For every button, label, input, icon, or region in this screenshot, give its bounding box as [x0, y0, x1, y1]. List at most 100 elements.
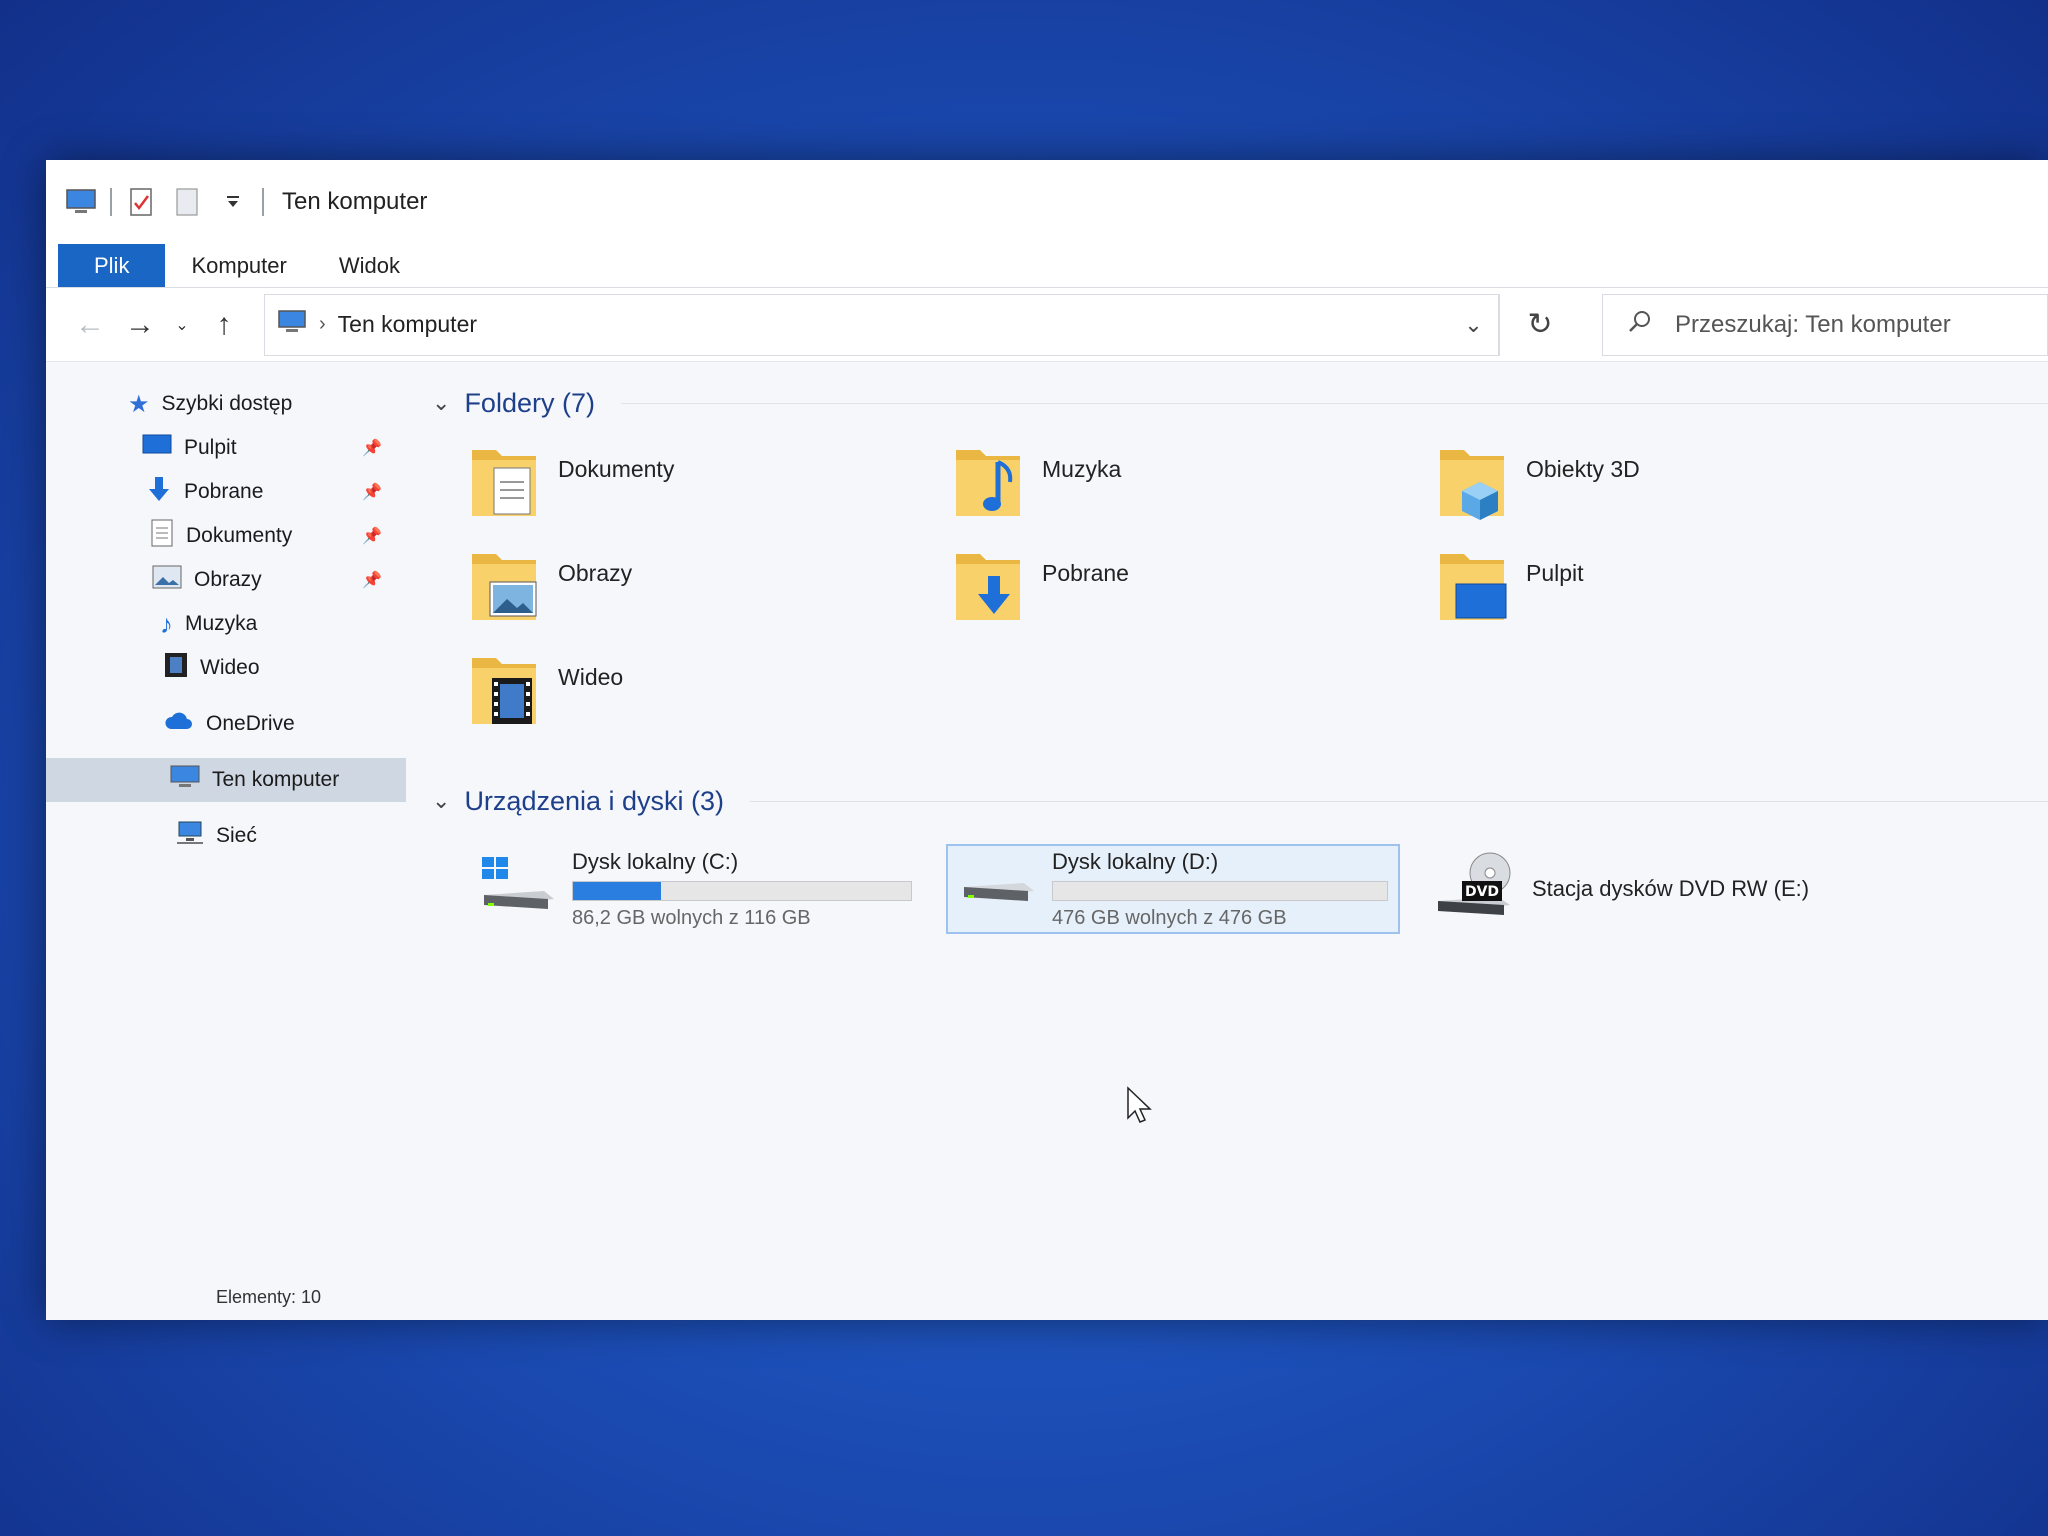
- nav-label: Muzyka: [185, 612, 258, 635]
- tab-computer[interactable]: Komputer: [165, 244, 312, 287]
- star-icon: ★: [128, 390, 150, 418]
- tab-file[interactable]: Plik: [58, 244, 166, 287]
- dvd-drive-icon: DVD: [1434, 851, 1518, 928]
- drive-d[interactable]: Dysk lokalny (D:) 476 GB wolnych z 476 G…: [946, 844, 1400, 934]
- main-pane: ⌄ Foldery (7) Dokumenty Muzyka Obiekty 3…: [406, 362, 2048, 1280]
- folder-obrazy[interactable]: Obrazy: [468, 546, 952, 650]
- folder-label: Pobrane: [1042, 560, 1129, 586]
- nav-item-pobrane[interactable]: Pobrane 📌: [46, 470, 406, 514]
- folder-label: Muzyka: [1042, 456, 1122, 482]
- properties-icon[interactable]: [124, 187, 158, 217]
- network-icon: [176, 820, 204, 852]
- nav-item-dokumenty[interactable]: Dokumenty 📌: [46, 514, 406, 558]
- mouse-cursor-icon: [1126, 1086, 1152, 1129]
- computer-icon: [277, 309, 307, 340]
- computer-icon: [64, 187, 98, 217]
- content-area: ★ Szybki dostęp Pulpit 📌 Pobrane 📌 Dokum…: [46, 362, 2048, 1280]
- breadcrumb-chevron-icon[interactable]: ›: [319, 313, 326, 336]
- pin-icon[interactable]: 📌: [362, 526, 382, 546]
- drive-info: Dysk lokalny (D:) 476 GB wolnych z 476 G…: [1052, 849, 1388, 930]
- desktop-folder-icon: [1436, 546, 1508, 629]
- pictures-folder-icon: [468, 546, 540, 629]
- chevron-down-icon: ⌄: [175, 316, 189, 334]
- tab-view[interactable]: Widok: [313, 244, 426, 287]
- new-folder-icon[interactable]: [170, 187, 204, 217]
- folder-label: Dokumenty: [558, 456, 675, 482]
- nav-item-wideo[interactable]: Wideo: [46, 646, 406, 690]
- nav-item-onedrive[interactable]: OneDrive: [46, 702, 406, 746]
- drive-c[interactable]: Dysk lokalny (C:) 86,2 GB wolnych z 116 …: [468, 844, 922, 934]
- video-folder-icon: [468, 650, 540, 733]
- nav-label: Wideo: [200, 656, 260, 679]
- group-header-folders[interactable]: ⌄ Foldery (7): [432, 378, 2048, 428]
- chevron-down-icon[interactable]: ⌄: [432, 390, 450, 416]
- folder-label: Wideo: [558, 664, 624, 690]
- nav-item-muzyka[interactable]: ♪ Muzyka: [46, 602, 406, 646]
- folder-obiekty-3d[interactable]: Obiekty 3D: [1436, 442, 1920, 546]
- chevron-down-icon[interactable]: ⌄: [432, 788, 450, 814]
- folder-pobrane[interactable]: Pobrane: [952, 546, 1436, 650]
- nav-label: Dokumenty: [186, 524, 293, 547]
- pin-icon[interactable]: 📌: [362, 482, 382, 502]
- nav-item-this-pc[interactable]: Ten komputer: [46, 758, 406, 802]
- pictures-icon: [152, 565, 182, 595]
- divider: [750, 800, 2048, 802]
- nav-item-network[interactable]: Sieć: [46, 814, 406, 858]
- search-icon: [1627, 309, 1653, 340]
- nav-label: Sieć: [216, 824, 257, 847]
- nav-label: OneDrive: [206, 712, 295, 735]
- refresh-button[interactable]: ↻: [1510, 295, 1570, 355]
- breadcrumb-item[interactable]: Ten komputer: [338, 311, 477, 338]
- folder-pulpit[interactable]: Pulpit: [1436, 546, 1920, 650]
- arrow-right-icon: →: [125, 307, 155, 341]
- drive-label: Dysk lokalny (C:): [572, 848, 739, 874]
- drive-free-space: 86,2 GB wolnych z 116 GB: [572, 906, 811, 929]
- pin-icon[interactable]: 📌: [362, 570, 382, 590]
- address-dropdown-icon[interactable]: ⌄: [1449, 294, 1499, 355]
- address-bar[interactable]: › Ten komputer ⌄: [264, 293, 1500, 356]
- nav-item-obrazy[interactable]: Obrazy 📌: [46, 558, 406, 602]
- divider: [620, 402, 2048, 404]
- search-placeholder: Przeszukaj: Ten komputer: [1675, 310, 1951, 338]
- navigation-pane: ★ Szybki dostęp Pulpit 📌 Pobrane 📌 Dokum…: [46, 362, 406, 1280]
- window-title: Ten komputer: [282, 188, 428, 215]
- nav-label: Szybki dostęp: [161, 392, 293, 415]
- forward-button[interactable]: →: [120, 305, 160, 345]
- nav-label: Obrazy: [194, 568, 262, 591]
- drive-info: Stacja dysków DVD RW (E:): [1532, 876, 1868, 902]
- folders-grid: Dokumenty Muzyka Obiekty 3D Obrazy Pobra…: [432, 442, 2048, 754]
- folder-muzyka[interactable]: Muzyka: [952, 442, 1436, 546]
- nav-quick-access[interactable]: ★ Szybki dostęp: [46, 382, 406, 426]
- folder-label: Obrazy: [558, 560, 633, 586]
- pin-icon[interactable]: 📌: [362, 438, 382, 458]
- ribbon-tabs: Plik Komputer Widok: [46, 244, 2048, 288]
- drive-label: Stacja dysków DVD RW (E:): [1532, 876, 1810, 901]
- recent-locations-button[interactable]: ⌄: [170, 305, 194, 345]
- drive-usage-bar: [572, 880, 912, 901]
- nav-item-pulpit[interactable]: Pulpit 📌: [46, 426, 406, 470]
- video-icon: [164, 652, 188, 684]
- back-button[interactable]: ←: [70, 305, 110, 345]
- drive-e-dvd[interactable]: DVD Stacja dysków DVD RW (E:): [1424, 844, 1878, 934]
- customize-toolbar-icon[interactable]: [216, 187, 250, 217]
- group-header-drives[interactable]: ⌄ Urządzenia i dyski (3): [432, 776, 2048, 826]
- explorer-window: Ten komputer Plik Komputer Widok ← → ⌄ ↑…: [46, 160, 2048, 1320]
- title-bar: Ten komputer: [46, 160, 2048, 244]
- arrow-up-icon: ↑: [216, 307, 232, 341]
- downloads-folder-icon: [952, 546, 1024, 629]
- computer-icon: [170, 765, 200, 795]
- documents-icon: [150, 519, 174, 553]
- folder-dokumenty[interactable]: Dokumenty: [468, 442, 952, 546]
- group-title: Urządzenia i dyski (3): [464, 785, 725, 816]
- drive-free-space: 476 GB wolnych z 476 GB: [1052, 906, 1287, 929]
- drives-list: Dysk lokalny (C:) 86,2 GB wolnych z 116 …: [432, 844, 2048, 934]
- drive-usage-bar: [1052, 880, 1388, 901]
- drive-label: Dysk lokalny (D:): [1052, 848, 1219, 874]
- search-input[interactable]: Przeszukaj: Ten komputer: [1602, 293, 2048, 356]
- folder-wideo[interactable]: Wideo: [468, 650, 952, 754]
- status-item-count: Elementy: 10: [216, 1287, 322, 1307]
- up-button[interactable]: ↑: [204, 305, 244, 345]
- nav-label: Ten komputer: [212, 768, 340, 791]
- cloud-icon: [164, 711, 194, 737]
- windows-drive-icon: [478, 855, 558, 924]
